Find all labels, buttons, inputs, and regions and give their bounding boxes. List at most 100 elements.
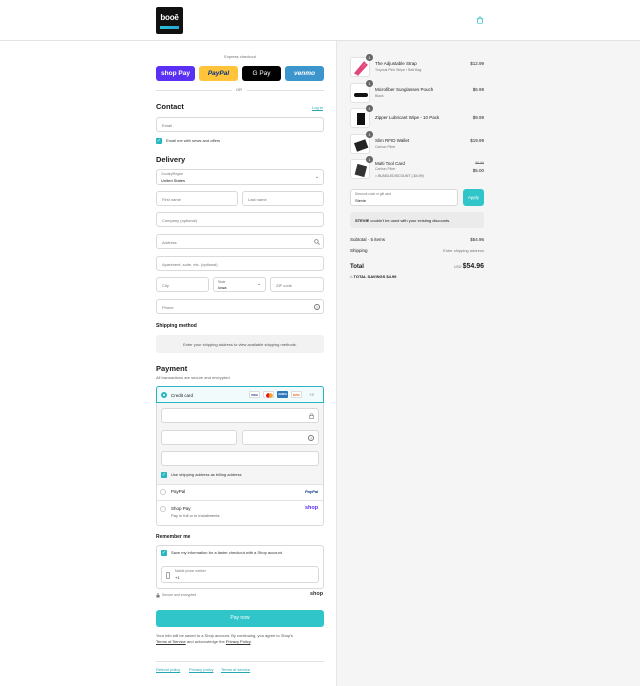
address-field[interactable]: Address: [156, 234, 324, 249]
item-title: The Adjustable Strap: [375, 61, 417, 66]
phone-field[interactable]: Phone ?: [156, 299, 324, 314]
shipping-method-heading: Shipping method: [156, 323, 197, 329]
save-info-label: Save my information for a faster checkou…: [171, 550, 282, 555]
pay-now-button[interactable]: Pay now: [156, 610, 324, 627]
item-variant: Black: [375, 94, 384, 98]
shop-pay-label: Shop Pay: [171, 506, 191, 511]
item-discount: ⌂ BUNDLEDISCOUNT (-$4.99): [375, 174, 424, 178]
city-field[interactable]: City: [156, 277, 209, 292]
privacy-link[interactable]: Privacy Policy: [226, 639, 251, 644]
item-original-price: $9.99: [475, 161, 484, 165]
discount-value: Stevie: [355, 198, 367, 203]
site-header: booē: [0, 0, 640, 41]
mobile-phone-field[interactable]: Mobile phone number +1: [161, 566, 319, 583]
shop-disclaimer: Your info will be saved to a Shop accoun…: [156, 633, 293, 644]
refund-policy-link[interactable]: Refund policy: [156, 668, 180, 672]
item-price: $12.99: [470, 61, 484, 66]
help-icon[interactable]: ?: [314, 303, 320, 310]
payment-divider: [157, 484, 323, 485]
item-title: Zipper Lubricant Wipe - 10 Pack: [375, 115, 440, 120]
item-quantity-badge: 1: [366, 105, 373, 112]
shopping-bag-icon[interactable]: [476, 16, 484, 24]
privacy-policy-link[interactable]: Privacy policy: [189, 668, 213, 672]
save-info-checkbox[interactable]: ✓: [161, 550, 167, 556]
state-label: State: [218, 279, 226, 284]
credit-card-label: Credit card: [171, 392, 194, 398]
mobile-label: Mobile phone number: [175, 569, 206, 573]
help-icon[interactable]: ?: [308, 434, 314, 441]
apply-button[interactable]: Apply: [463, 189, 484, 206]
item-variant: Tropical Pink Stripe / Belt Bag: [375, 68, 422, 72]
item-quantity-badge: 1: [366, 54, 373, 61]
payment-subtitle: All transactions are secure and encrypte…: [156, 375, 231, 380]
company-field[interactable]: Company (optional): [156, 212, 324, 227]
venmo-button[interactable]: venmo: [285, 66, 324, 81]
shipping-method-note: Enter your shipping address to view avai…: [156, 335, 324, 353]
remember-heading: Remember me: [156, 534, 191, 540]
chevron-down-icon: ⌄: [315, 174, 320, 180]
country-select[interactable]: Country/Region United States ⌄: [156, 169, 324, 185]
billing-checkbox[interactable]: ✓: [161, 472, 167, 478]
login-link[interactable]: Log in: [312, 106, 323, 110]
google-pay-button[interactable]: G Pay: [242, 66, 281, 81]
shipping-label: Shipping: [350, 248, 368, 253]
name-on-card-field[interactable]: [161, 451, 319, 466]
shop-pay-radio[interactable]: [160, 506, 166, 512]
item-variant: Carbon Fiber: [375, 167, 396, 171]
card-number-field[interactable]: [161, 408, 319, 423]
item-price: $6.99: [472, 87, 484, 92]
or-divider-left: [156, 90, 232, 91]
first-name-field[interactable]: First name: [156, 191, 238, 206]
state-value: Iowa: [218, 285, 227, 290]
item-price: $5.00: [472, 168, 484, 173]
lock-icon: [309, 413, 314, 419]
paypal-radio[interactable]: [160, 489, 166, 495]
item-variant: Carbon Fiber: [375, 145, 396, 149]
terms-link[interactable]: Terms of Service: [156, 639, 186, 644]
state-select[interactable]: State Iowa ⌄: [213, 277, 266, 292]
express-checkout-label: Express checkout: [224, 54, 256, 59]
billing-label: Use shipping address as billing address: [171, 472, 242, 477]
last-name-field[interactable]: Last name: [242, 191, 324, 206]
contact-heading: Contact: [156, 102, 184, 111]
first-name-placeholder: First name: [162, 196, 181, 202]
news-checkbox[interactable]: ✓: [156, 138, 162, 144]
discount-warning: STEVIE couldn't be used with your existi…: [350, 212, 484, 228]
more-cards-label: +3: [309, 392, 314, 397]
payment-heading: Payment: [156, 364, 188, 373]
phone-placeholder: Phone: [162, 304, 174, 310]
subtotal-value: $54.96: [470, 237, 484, 242]
or-label: OR: [236, 87, 242, 92]
credit-card-radio[interactable]: [161, 392, 167, 398]
company-placeholder: Company (optional): [162, 217, 197, 223]
mastercard-icon: [263, 391, 274, 398]
delivery-heading: Delivery: [156, 155, 186, 164]
terms-of-service-link[interactable]: Terms of service: [221, 668, 250, 672]
paypal-logo: PayPal: [305, 489, 319, 494]
expiry-field[interactable]: [161, 430, 237, 445]
city-placeholder: City: [162, 282, 169, 288]
security-code-field[interactable]: ?: [242, 430, 319, 445]
total-label: Total: [350, 264, 364, 270]
total-savings: ⌂ TOTAL SAVINGS $4.99: [350, 274, 397, 279]
footer-divider: [156, 661, 324, 662]
discount-code-field[interactable]: Discount code or gift card Stevie: [350, 189, 458, 206]
email-field[interactable]: Email: [156, 117, 324, 132]
item-title: Slim RFID Wallet: [375, 138, 410, 143]
secure-label: Secure and encrypted: [162, 593, 197, 597]
payment-divider: [157, 500, 323, 501]
zip-field[interactable]: ZIP code: [270, 277, 324, 292]
discount-label: Discount code or gift card: [355, 192, 392, 196]
paypal-button[interactable]: PayPal: [199, 66, 238, 81]
visa-icon: VISA: [249, 391, 260, 398]
apartment-field[interactable]: Apartment, suite, etc. (optional): [156, 256, 324, 271]
store-logo[interactable]: booē: [156, 7, 183, 34]
last-name-placeholder: Last name: [248, 196, 267, 202]
or-divider-right: [247, 90, 324, 91]
subtotal-label: Subtotal · 5 items: [350, 237, 386, 242]
shop-pay-button[interactable]: shop Pay: [156, 66, 195, 81]
item-quantity-badge: 1: [366, 156, 373, 163]
country-value: United States: [161, 178, 186, 183]
amex-icon: AMEX: [277, 391, 288, 398]
item-price: $9.99: [472, 115, 484, 120]
